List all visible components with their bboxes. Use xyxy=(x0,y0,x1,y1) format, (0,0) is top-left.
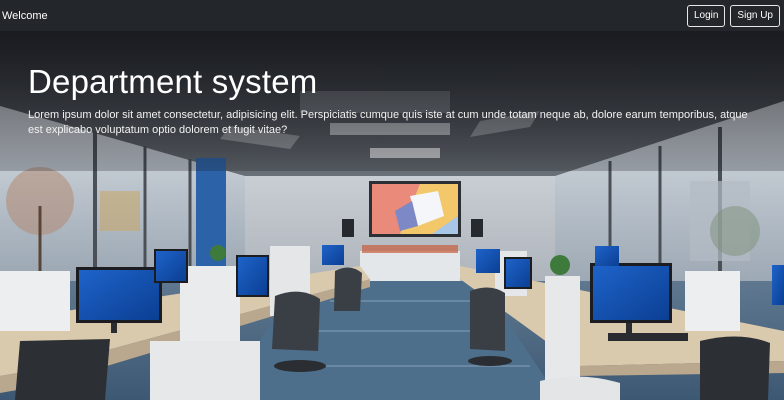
nav-actions: Login Sign Up xyxy=(686,4,780,27)
signup-button[interactable]: Sign Up xyxy=(730,4,780,27)
login-button[interactable]: Login xyxy=(686,4,726,27)
brand-link[interactable]: Welcome xyxy=(2,10,48,22)
hero-description: Lorem ipsum dolor sit amet consectetur, … xyxy=(28,109,748,136)
top-navbar: Welcome Login Sign Up xyxy=(0,0,784,31)
hero-overlay xyxy=(0,31,784,171)
hero-title: Department system xyxy=(28,63,318,100)
